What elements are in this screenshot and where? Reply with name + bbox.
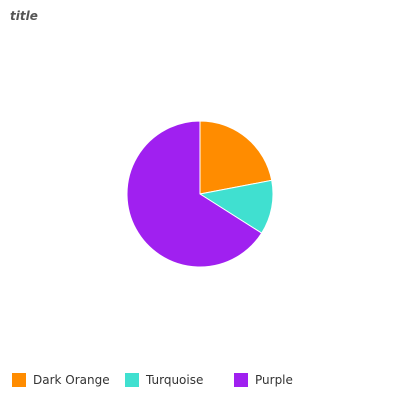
legend-label-turquoise: Turquoise bbox=[146, 373, 204, 387]
legend: Dark Orange Turquoise Purple bbox=[0, 372, 400, 388]
legend-swatch-purple bbox=[234, 373, 248, 387]
pie-chart bbox=[126, 120, 274, 268]
legend-item-turquoise: Turquoise bbox=[125, 372, 203, 388]
legend-label-dark-orange: Dark Orange bbox=[33, 373, 110, 387]
legend-swatch-dark-orange bbox=[12, 373, 26, 387]
legend-item-purple: Purple bbox=[234, 372, 293, 388]
legend-swatch-turquoise bbox=[125, 373, 139, 387]
legend-label-purple: Purple bbox=[255, 373, 293, 387]
legend-item-dark-orange: Dark Orange bbox=[12, 372, 110, 388]
